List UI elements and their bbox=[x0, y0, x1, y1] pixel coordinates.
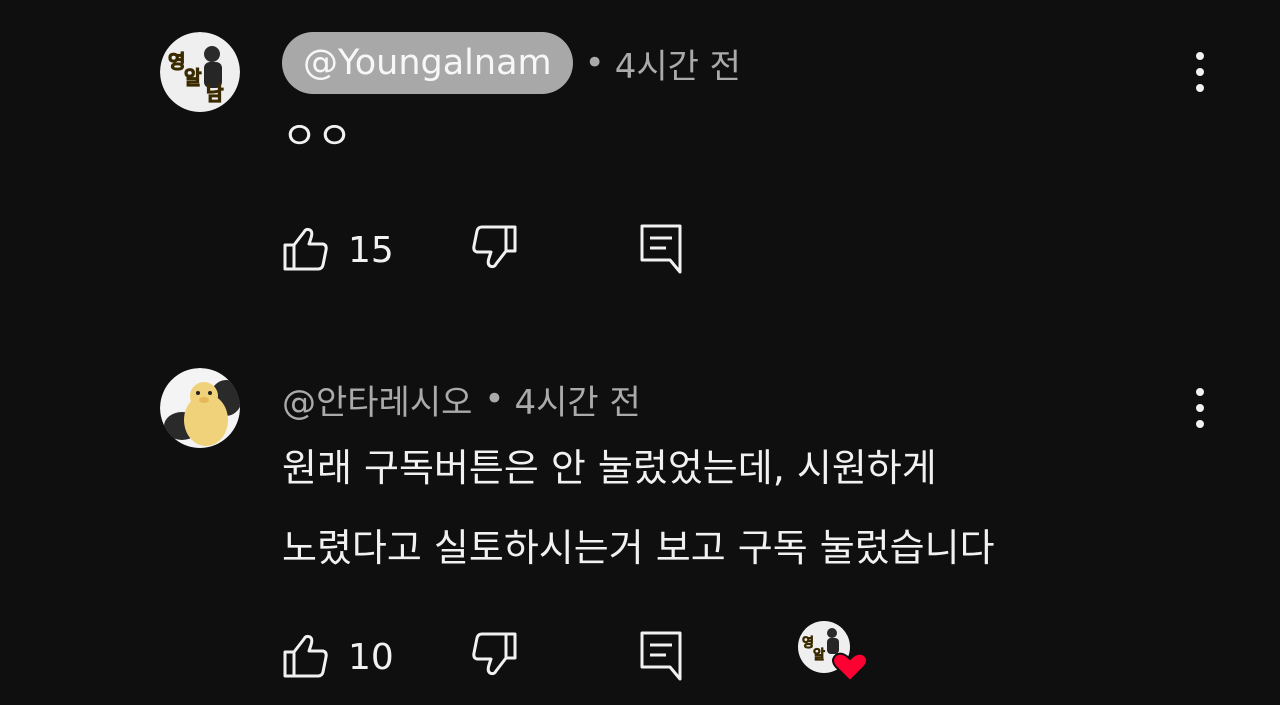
comment-2: @안타레시오 • 4시간 전 원래 구독버튼은 안 눌렀었는데, 시원하게 노렸… bbox=[0, 320, 1280, 705]
avatar-antaresio[interactable] bbox=[160, 368, 240, 448]
meta-separator: • bbox=[484, 379, 505, 419]
comment-body: ㅇㅇ bbox=[282, 96, 352, 176]
comment-more-button[interactable] bbox=[1180, 378, 1220, 438]
comment-more-button[interactable] bbox=[1180, 42, 1220, 102]
comment-header: @안타레시오 • 4시간 전 bbox=[282, 368, 641, 430]
vertical-dots-icon bbox=[1196, 52, 1204, 60]
avatar-logo-char-2: 알 bbox=[184, 67, 202, 89]
thumbs-down-icon bbox=[470, 631, 518, 683]
comment-actions: 15 bbox=[282, 220, 882, 280]
avatar-logo-char-1: 영 bbox=[168, 51, 185, 73]
avatar-youngalnam[interactable]: 영 알 남 bbox=[160, 32, 240, 112]
vertical-dots-icon bbox=[1196, 388, 1204, 396]
reply-button[interactable] bbox=[638, 220, 684, 280]
like-count: 10 bbox=[348, 636, 394, 678]
thumbs-down-icon bbox=[470, 224, 518, 276]
comment-timestamp[interactable]: 4시간 전 bbox=[514, 375, 640, 424]
comment-header: @Youngalnam • 4시간 전 bbox=[282, 32, 741, 94]
meta-separator: • bbox=[584, 43, 605, 83]
comment-1: 영 알 남 @Youngalnam • 4시간 전 ㅇㅇ 15 bbox=[0, 0, 1280, 320]
comment-text-line: ㅇㅇ bbox=[282, 114, 352, 158]
reply-comment-icon bbox=[638, 629, 684, 685]
thumbs-up-icon bbox=[282, 631, 330, 683]
like-button[interactable]: 10 bbox=[282, 627, 394, 687]
comment-timestamp[interactable]: 4시간 전 bbox=[615, 39, 741, 88]
author-name[interactable]: @안타레시오 bbox=[282, 375, 472, 424]
comment-actions: 10 영 알 bbox=[282, 621, 882, 687]
like-button[interactable]: 15 bbox=[282, 220, 394, 280]
comment-body: 원래 구독버튼은 안 눌렀었는데, 시원하게 노렸다고 실토하시는거 보고 구독… bbox=[282, 428, 995, 588]
creator-heart-badge: 영 알 bbox=[796, 619, 868, 689]
like-count: 15 bbox=[348, 229, 394, 271]
author-name-chip[interactable]: @Youngalnam bbox=[282, 32, 573, 94]
avatar-logo-char-3: 남 bbox=[206, 83, 224, 105]
creator-heart-icon bbox=[832, 652, 868, 683]
dislike-button[interactable] bbox=[470, 220, 518, 280]
dislike-button[interactable] bbox=[470, 627, 518, 687]
comment-text-line: 노렸다고 실토하시는거 보고 구독 눌렀습니다 bbox=[282, 526, 995, 570]
comment-text-line: 원래 구독버튼은 안 눌렀었는데, 시원하게 bbox=[282, 446, 937, 490]
thumbs-up-icon bbox=[282, 224, 330, 276]
reply-comment-icon bbox=[638, 222, 684, 278]
reply-button[interactable] bbox=[638, 627, 684, 687]
heart-avatar-char-2: 알 bbox=[813, 648, 825, 663]
